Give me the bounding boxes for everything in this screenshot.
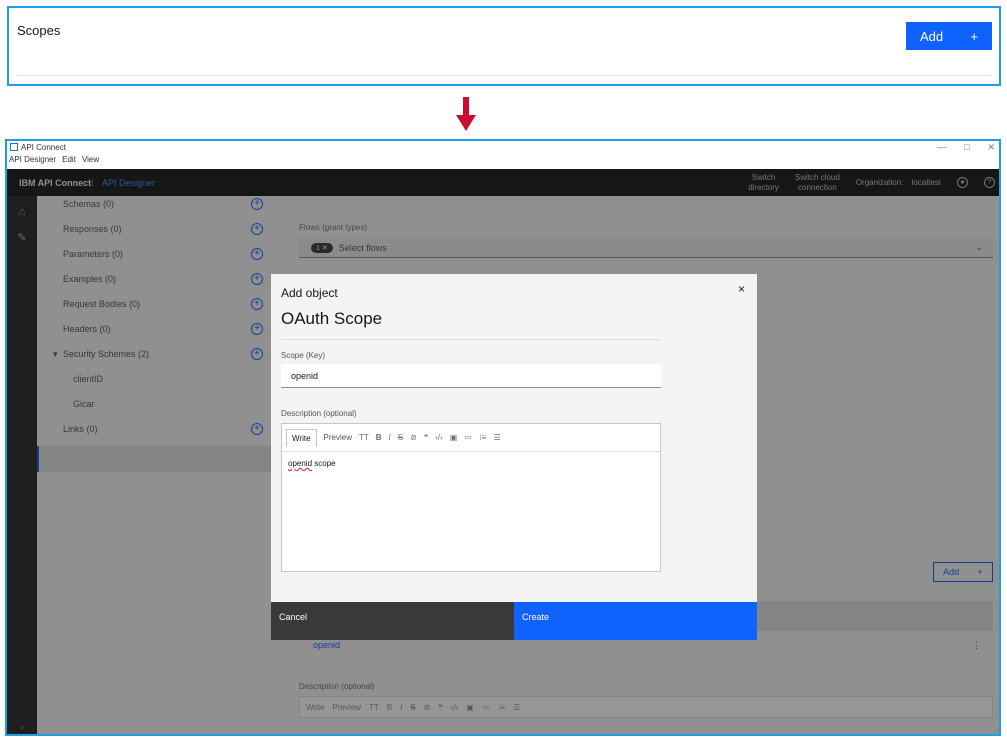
modal-divider bbox=[281, 339, 661, 340]
down-arrow-icon bbox=[456, 97, 476, 131]
minimize-icon[interactable]: — bbox=[937, 142, 946, 153]
link-icon[interactable]: ⊘ bbox=[410, 433, 417, 442]
code-icon[interactable]: ‹/› bbox=[435, 433, 443, 442]
bold-icon[interactable]: B bbox=[376, 433, 382, 442]
preview-tab[interactable]: Preview bbox=[324, 433, 352, 442]
close-icon[interactable]: × bbox=[738, 282, 745, 296]
numbered-list-icon[interactable]: ⁝≡ bbox=[479, 433, 486, 442]
description-label: Description (optional) bbox=[281, 409, 357, 418]
heading-icon[interactable]: TT bbox=[359, 433, 369, 442]
description-text[interactable]: openid scope bbox=[282, 452, 660, 475]
quote-icon[interactable]: ❝ bbox=[424, 433, 428, 442]
task-list-icon[interactable]: ☰ bbox=[493, 433, 500, 442]
cancel-button[interactable]: Cancel bbox=[271, 602, 514, 640]
description-editor[interactable]: Write Preview TT B I S ⊘ ❝ ‹/› ▣ ≔ ⁝≡ ☰ … bbox=[281, 423, 661, 572]
menubar: API Designer Edit View bbox=[7, 155, 999, 169]
add-scope-button[interactable]: Add + bbox=[906, 22, 992, 50]
divider bbox=[17, 75, 991, 76]
write-tab[interactable]: Write bbox=[286, 428, 317, 447]
plus-icon: + bbox=[970, 28, 978, 44]
window-titlebar: API Connect — □ ✕ bbox=[7, 141, 999, 155]
create-button[interactable]: Create bbox=[514, 602, 757, 640]
add-scope-button-label: Add bbox=[920, 28, 944, 44]
bulleted-list-icon[interactable]: ≔ bbox=[464, 433, 472, 442]
menu-view[interactable]: View bbox=[82, 155, 99, 169]
add-object-modal: Add object × OAuth Scope Scope (Key) ope… bbox=[271, 274, 757, 640]
window-title: API Connect bbox=[21, 143, 66, 152]
strikethrough-icon[interactable]: S bbox=[398, 433, 403, 442]
api-designer-window: API Connect — □ ✕ API Designer Edit View… bbox=[5, 139, 1001, 736]
scope-key-input[interactable]: openid bbox=[281, 364, 661, 388]
misspelled-word: openid bbox=[288, 459, 313, 468]
window-controls: — □ ✕ bbox=[937, 142, 995, 153]
image-icon[interactable]: ▣ bbox=[450, 433, 458, 442]
scopes-panel: Scopes Add + bbox=[7, 6, 1001, 86]
description-rest: scope bbox=[312, 459, 336, 468]
close-window-icon[interactable]: ✕ bbox=[987, 142, 995, 153]
maximize-icon[interactable]: □ bbox=[964, 142, 969, 153]
modal-title: OAuth Scope bbox=[281, 309, 383, 328]
scope-key-label: Scope (Key) bbox=[281, 351, 326, 360]
scopes-title: Scopes bbox=[17, 23, 61, 38]
modal-subtitle: Add object bbox=[281, 286, 338, 300]
italic-icon[interactable]: I bbox=[389, 433, 391, 442]
menu-api-designer[interactable]: API Designer bbox=[9, 155, 56, 169]
description-toolbar: Write Preview TT B I S ⊘ ❝ ‹/› ▣ ≔ ⁝≡ ☰ bbox=[282, 424, 660, 452]
app-icon bbox=[10, 143, 18, 151]
menu-edit[interactable]: Edit bbox=[62, 155, 76, 169]
